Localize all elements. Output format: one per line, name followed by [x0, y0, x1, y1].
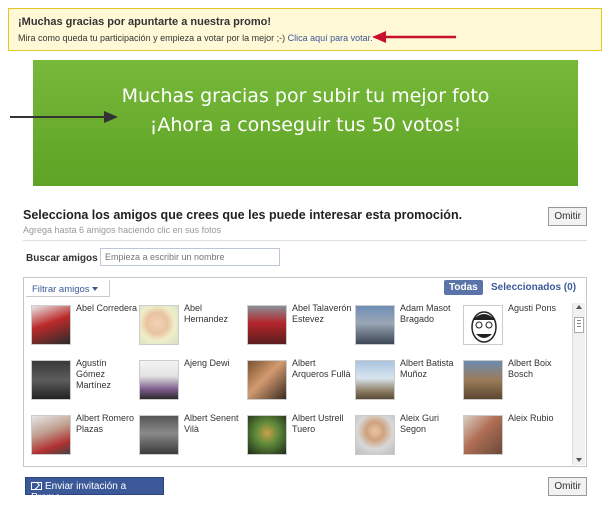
friend-name: Abel Corredera	[76, 303, 138, 313]
friend-item[interactable]: Abel Hernandez	[139, 303, 244, 353]
friend-photo[interactable]	[463, 305, 503, 345]
friend-photo[interactable]	[247, 305, 287, 345]
panel-subtitle: Agrega hasta 6 amigos haciendo clic en s…	[23, 225, 222, 235]
friend-item[interactable]: Albert Senent Vilà	[139, 413, 244, 463]
friend-item[interactable]: Ajeng Dewi	[139, 358, 244, 408]
notice-text: Mira como queda tu participación y empie…	[18, 32, 592, 44]
friend-item[interactable]: Abel Talaverón Estevez	[247, 303, 352, 353]
friend-name: Albert Arqueros Fullà	[292, 358, 351, 379]
friend-name: Agusti Pons	[508, 303, 557, 313]
friend-item[interactable]: Albert Boix Bosch	[463, 358, 568, 408]
friend-name: Adam Masot Bragado	[400, 303, 451, 324]
confirmation-notice: ¡Muchas gracias por apuntarte a nuestra …	[8, 8, 602, 51]
friend-photo[interactable]	[355, 360, 395, 400]
friend-photo[interactable]	[139, 305, 179, 345]
friend-photo[interactable]	[31, 415, 71, 455]
scroll-up-arrow-icon[interactable]	[576, 305, 582, 309]
friend-item[interactable]: Albert Arqueros Fullà	[247, 358, 352, 408]
friend-name: Abel Hernandez	[184, 303, 229, 324]
friends-grid: Abel Corredera Abel Hernandez Abel Talav…	[31, 303, 569, 463]
tab-all[interactable]: Todas	[444, 280, 483, 295]
friend-name: Ajeng Dewi	[184, 358, 230, 368]
friend-item[interactable]: Abel Corredera	[31, 303, 138, 353]
scrollbar-thumb[interactable]	[574, 317, 584, 333]
red-arrow-icon	[372, 31, 456, 43]
friend-selector-panel: Selecciona los amigos que crees que les …	[15, 197, 598, 503]
search-input[interactable]	[100, 248, 280, 266]
friend-item[interactable]: Agustín Gómez Martínez	[31, 358, 136, 408]
send-invitation-label: Enviar invitación a Promo	[31, 481, 127, 503]
search-label: Buscar amigos	[26, 253, 98, 264]
friend-name: Abel Talaverón Estevez	[292, 303, 352, 324]
friend-name: Albert Senent Vilà	[184, 413, 239, 434]
envelope-icon	[31, 482, 42, 490]
friend-photo[interactable]	[139, 360, 179, 400]
friend-photo[interactable]	[31, 305, 71, 345]
friend-name: Albert Ustrell Tuero	[292, 413, 344, 434]
panel-title: Selecciona los amigos que crees que les …	[23, 208, 463, 222]
friend-photo[interactable]	[463, 415, 503, 455]
friend-photo[interactable]	[355, 305, 395, 345]
friend-item[interactable]: Aleix Rubio	[463, 413, 568, 463]
chevron-down-icon	[91, 287, 98, 292]
friend-name: Albert Batista Muñoz	[400, 358, 454, 379]
friend-item[interactable]: Aleix Guri Segon	[355, 413, 460, 463]
vote-link[interactable]: Clica aquí para votar.	[288, 33, 373, 43]
friend-name: Albert Romero Plazas	[76, 413, 135, 434]
friend-photo[interactable]	[247, 360, 287, 400]
friend-name: Albert Boix Bosch	[508, 358, 552, 379]
friend-item[interactable]: Albert Ustrell Tuero	[247, 413, 352, 463]
filter-label: Filtrar amigos	[32, 284, 90, 295]
omit-button-bottom[interactable]: Omitir	[548, 477, 587, 496]
omit-button-top[interactable]: Omitir	[548, 207, 587, 226]
friend-photo[interactable]	[463, 360, 503, 400]
filter-friends-dropdown[interactable]: Filtrar amigos	[26, 280, 110, 297]
friend-name: Aleix Rubio	[508, 413, 554, 423]
friends-scrollbar[interactable]	[572, 303, 585, 465]
scroll-down-arrow-icon[interactable]	[576, 458, 582, 462]
friend-item[interactable]: Albert Batista Muñoz	[355, 358, 460, 408]
friend-item[interactable]: Adam Masot Bragado	[355, 303, 460, 353]
divider	[23, 240, 587, 241]
friend-photo[interactable]	[247, 415, 287, 455]
friend-photo[interactable]	[139, 415, 179, 455]
friend-name: Aleix Guri Segon	[400, 413, 440, 434]
friend-item[interactable]: Agusti Pons	[463, 303, 568, 353]
notice-message: Mira como queda tu participación y empie…	[18, 33, 288, 43]
friend-name: Agustín Gómez Martínez	[76, 358, 112, 390]
send-invitation-button[interactable]: Enviar invitación a Promo	[25, 477, 164, 503]
friend-photo[interactable]	[31, 360, 71, 400]
tab-selected[interactable]: Seleccionados (0)	[491, 282, 576, 293]
notice-title: ¡Muchas gracias por apuntarte a nuestra …	[18, 16, 272, 28]
friends-list-box: Filtrar amigos Todas Seleccionados (0) A…	[23, 277, 587, 467]
black-arrow-icon	[10, 111, 118, 123]
friend-photo[interactable]	[355, 415, 395, 455]
avatar-cartoon	[471, 311, 497, 343]
friend-item[interactable]: Albert Romero Plazas	[31, 413, 136, 463]
